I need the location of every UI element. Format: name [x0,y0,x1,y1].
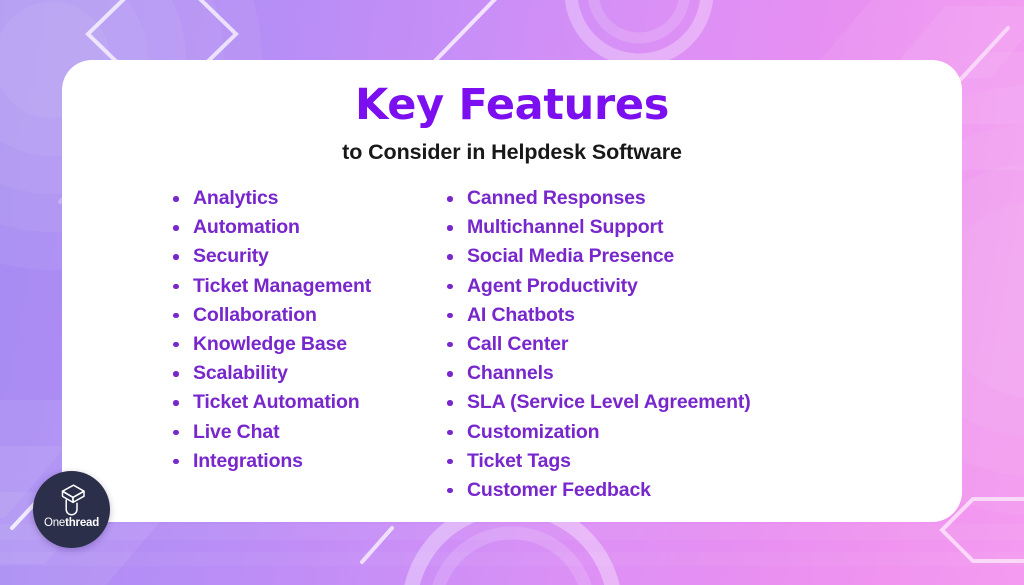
concentric-rings-topcenter [564,0,714,67]
slide-canvas: Key Features to Consider in Helpdesk Sof… [0,0,1024,585]
list-item: Live Chat [170,421,430,443]
feature-list-right: Canned Responses Multichannel Support So… [444,188,962,501]
list-item: Customer Feedback [444,479,962,501]
logo-wordmark-bold: thread [65,517,100,529]
feature-list-left: Analytics Automation Security Ticket Man… [170,188,430,472]
list-item: SLA (Service Level Agreement) [444,392,962,413]
list-item: Knowledge Base [170,333,430,355]
list-item: Collaboration [170,304,430,326]
feature-column-left: Analytics Automation Security Ticket Man… [62,188,430,509]
onethread-logo-badge: Onethread [33,471,110,548]
list-item: Social Media Presence [444,246,962,267]
list-item: Ticket Automation [170,392,430,413]
logo-wordmark-light: One [43,517,66,529]
list-item: Scalability [170,363,430,384]
page-subtitle: to Consider in Helpdesk Software [342,140,682,165]
feature-column-right: Canned Responses Multichannel Support So… [430,188,962,509]
list-item: Automation [170,217,430,238]
list-item: Ticket Management [170,275,430,297]
onethread-cube-icon [61,484,85,516]
list-item: Call Center [444,333,962,355]
logo-wordmark: Onethread [33,517,110,529]
feature-columns: Analytics Automation Security Ticket Man… [62,188,962,509]
list-item: Canned Responses [444,188,962,209]
list-item: Security [170,246,430,267]
list-item: Multichannel Support [444,217,962,238]
list-item: Agent Productivity [444,275,962,297]
list-item: Analytics [170,188,430,209]
stripe-bands-bottom [0,524,1024,566]
list-item: Ticket Tags [444,450,962,472]
list-item: AI Chatbots [444,304,962,326]
page-title: Key Features [354,80,670,130]
list-item: Customization [444,421,962,443]
list-item: Integrations [170,450,430,472]
content-card: Key Features to Consider in Helpdesk Sof… [62,60,962,522]
list-item: Channels [444,363,962,384]
